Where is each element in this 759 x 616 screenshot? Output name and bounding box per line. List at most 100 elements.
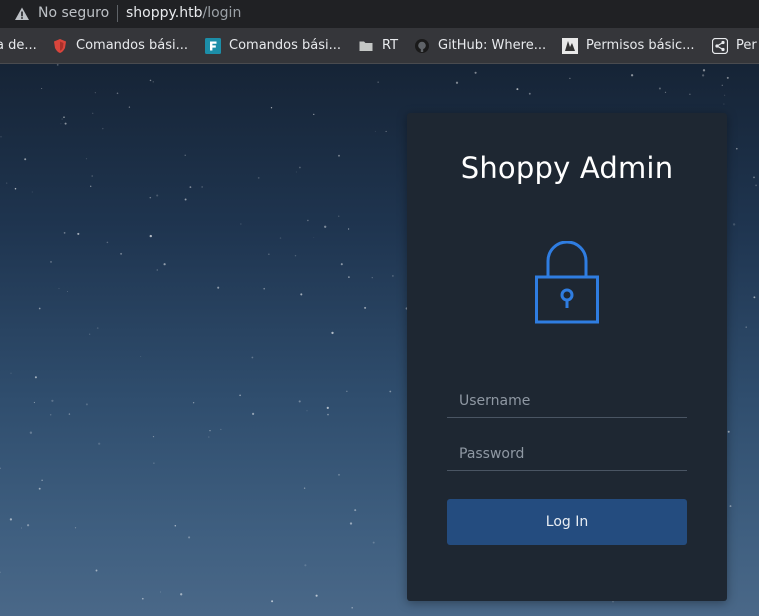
star — [726, 76, 729, 79]
star — [66, 290, 68, 292]
star — [31, 191, 33, 193]
star — [721, 84, 723, 86]
star — [9, 518, 13, 521]
bookmark-item[interactable]: a de... — [0, 28, 37, 63]
star — [251, 356, 254, 359]
star — [63, 232, 66, 234]
bookmark-item[interactable]: Comandos bási... — [52, 28, 188, 63]
star — [92, 112, 94, 114]
star — [528, 92, 531, 95]
star — [455, 81, 459, 84]
star — [77, 232, 80, 235]
star — [612, 601, 614, 603]
star — [95, 569, 98, 572]
star — [257, 176, 260, 179]
star — [90, 185, 92, 187]
star — [338, 215, 340, 217]
star — [324, 225, 327, 228]
url-text[interactable]: shoppy.htb/login — [126, 5, 241, 21]
security-status-label[interactable]: No seguro — [38, 5, 109, 21]
star — [106, 241, 109, 244]
bookmark-label: Per — [736, 38, 757, 53]
star — [300, 293, 303, 296]
star — [41, 88, 43, 89]
star — [702, 69, 706, 72]
star — [299, 166, 301, 169]
star — [163, 263, 166, 266]
star — [348, 228, 350, 230]
star — [24, 158, 27, 161]
star — [516, 88, 519, 91]
star — [41, 479, 43, 481]
bookmark-item[interactable]: Comandos bási... — [205, 28, 341, 63]
star — [96, 327, 99, 329]
bookmark-item[interactable]: RT — [358, 28, 398, 63]
star — [327, 413, 329, 416]
star — [298, 400, 301, 403]
star — [753, 176, 755, 179]
star — [85, 158, 88, 160]
star — [68, 413, 71, 415]
star — [307, 219, 309, 222]
lock-icon — [535, 241, 599, 324]
star — [91, 175, 93, 177]
star — [304, 564, 307, 567]
url-host: shoppy.htb — [126, 5, 203, 21]
star — [51, 399, 54, 402]
address-bar[interactable]: No seguro shoppy.htb/login — [0, 0, 759, 28]
star — [149, 196, 152, 199]
star — [348, 276, 350, 278]
shield-icon — [52, 38, 68, 54]
star — [63, 116, 65, 119]
star — [351, 606, 353, 609]
star — [374, 130, 376, 132]
star — [152, 81, 154, 83]
star — [385, 130, 387, 132]
star — [658, 87, 661, 90]
star — [377, 81, 379, 83]
star — [372, 541, 375, 544]
star — [240, 223, 242, 225]
bookmark-label: RT — [382, 38, 399, 53]
star — [159, 591, 161, 593]
star — [149, 79, 152, 82]
star — [21, 527, 22, 529]
star — [279, 237, 282, 239]
star — [239, 394, 241, 397]
star — [152, 436, 155, 438]
bookmark-label: Comandos bási... — [76, 38, 189, 53]
login-card: Shoppy Admin Log In — [407, 113, 727, 601]
star — [98, 442, 101, 445]
github-icon — [414, 38, 430, 54]
username-input[interactable] — [447, 384, 687, 418]
bookmark-item[interactable]: Permisos básic... — [562, 28, 695, 63]
star — [315, 594, 318, 597]
warning-icon[interactable] — [14, 6, 30, 22]
star — [33, 401, 35, 404]
star — [156, 194, 159, 197]
star — [349, 522, 353, 525]
password-input[interactable] — [447, 437, 687, 471]
star — [180, 593, 183, 596]
bookmark-item[interactable]: GitHub: Where... — [414, 28, 546, 63]
star — [141, 597, 144, 600]
login-button[interactable]: Log In — [447, 499, 687, 545]
star — [201, 186, 203, 188]
star — [188, 536, 191, 539]
star — [268, 253, 270, 255]
page-background: Shoppy Admin Log In — [0, 64, 759, 616]
star — [60, 123, 62, 125]
star — [85, 403, 88, 406]
star — [58, 288, 60, 290]
star — [61, 118, 63, 120]
f-letter-icon — [205, 37, 221, 54]
bookmark-item[interactable]: Per — [712, 28, 757, 63]
star — [174, 525, 177, 527]
star — [149, 234, 152, 238]
star — [6, 182, 8, 184]
star — [156, 269, 158, 271]
star — [50, 261, 52, 263]
star — [217, 286, 220, 289]
star — [140, 356, 142, 357]
address-divider — [117, 5, 118, 22]
